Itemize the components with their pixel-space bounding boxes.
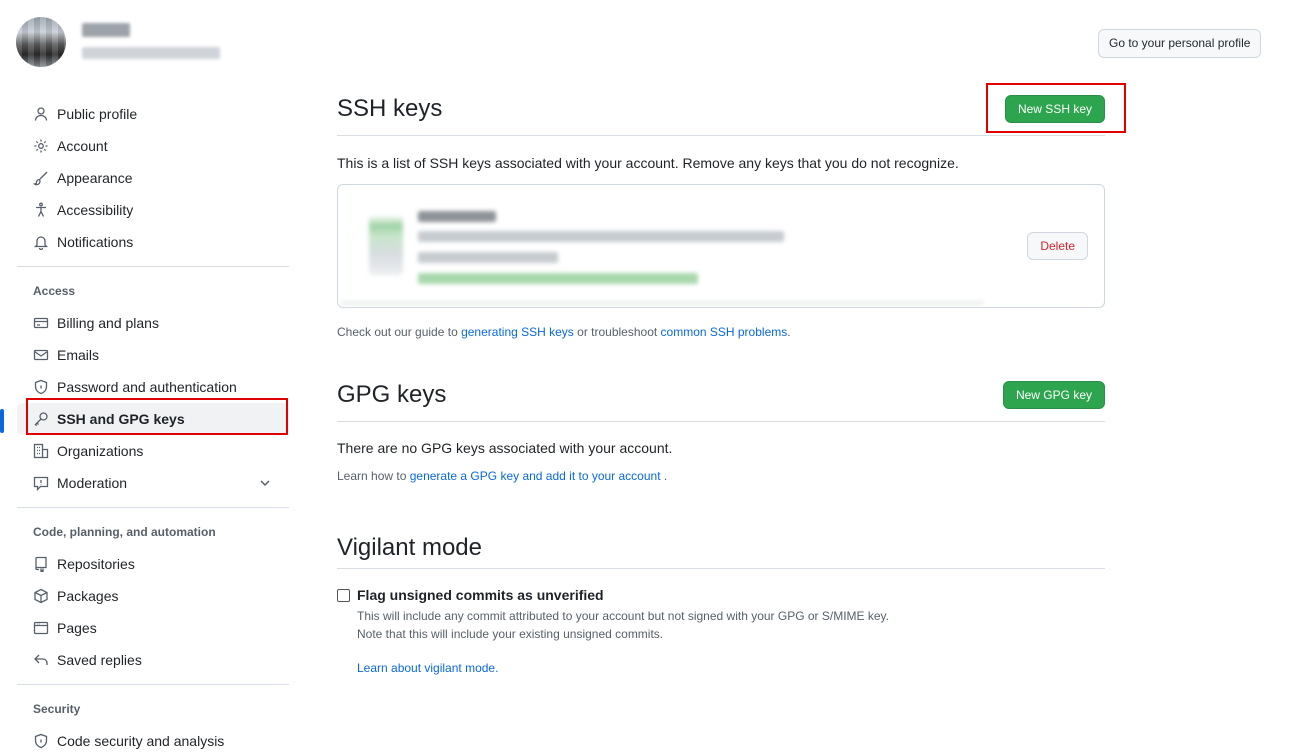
ssh-key-item: Delete [337, 184, 1105, 308]
sidebar-item-label: Emails [57, 347, 100, 363]
accessibility-icon [33, 202, 49, 218]
sidebar-item-code-security[interactable]: Code security and analysis [17, 725, 289, 756]
vigilant-checkbox-row: Flag unsigned commits as unverified [337, 587, 1105, 603]
gpg-description: There are no GPG keys associated with yo… [337, 440, 673, 456]
vigilant-section-header: Vigilant mode [337, 527, 1105, 569]
browser-icon [33, 620, 49, 636]
active-indicator [0, 409, 4, 433]
sidebar-item-label: Billing and plans [57, 315, 159, 331]
ssh-title: SSH keys [337, 94, 443, 122]
ssh-help-prefix: Check out our guide to [337, 325, 462, 339]
generating-ssh-keys-link[interactable]: generating SSH keys [461, 325, 574, 339]
redacted-key-added [418, 252, 558, 263]
paintbrush-icon [33, 170, 49, 186]
user-header [16, 17, 220, 67]
chevron-down-icon[interactable] [257, 475, 273, 491]
settings-sidebar: Public profile Account Appearance Access… [0, 98, 289, 756]
redacted-account-subtitle [82, 47, 220, 59]
package-icon [33, 588, 49, 604]
bell-icon [33, 234, 49, 250]
sidebar-item-public-profile[interactable]: Public profile [17, 98, 289, 130]
sidebar-item-emails[interactable]: Emails [17, 339, 289, 371]
ssh-help-suffix: . [787, 325, 791, 339]
sidebar-item-moderation[interactable]: Moderation [17, 467, 289, 499]
sidebar-item-label: Account [57, 138, 108, 154]
sidebar-item-label: Accessibility [57, 202, 134, 218]
generate-gpg-key-link[interactable]: generate a GPG key and add it to your ac… [410, 469, 661, 483]
new-ssh-key-button[interactable]: New SSH key [1004, 94, 1105, 123]
gpg-section-header: GPG keys New GPG key [337, 369, 1105, 422]
sidebar-item-label: Code security and analysis [57, 733, 225, 749]
sidebar-item-repositories[interactable]: Repositories [17, 548, 289, 580]
mail-icon [33, 347, 49, 363]
ssh-help-middle: or troubleshoot [573, 325, 661, 339]
gpg-help-suffix: . [660, 469, 668, 483]
sidebar-item-label: Saved replies [57, 652, 142, 668]
sidebar-item-accessibility[interactable]: Accessibility [17, 194, 289, 226]
sidebar-item-label: Password and authentication [57, 379, 237, 395]
redacted-key-fingerprint [418, 231, 784, 242]
sidebar-item-saved-replies[interactable]: Saved replies [17, 644, 289, 676]
sidebar-item-label: Repositories [57, 556, 135, 572]
shield-lock-icon [33, 379, 49, 395]
sidebar-divider [17, 507, 289, 508]
sidebar-item-notifications[interactable]: Notifications [17, 226, 289, 258]
vigilant-title: Vigilant mode [337, 533, 482, 561]
redacted-key-title [418, 211, 496, 222]
sidebar-item-label: Public profile [57, 106, 138, 122]
sidebar-item-billing[interactable]: Billing and plans [17, 307, 289, 339]
key-icon [369, 215, 403, 275]
redacted-username [82, 23, 130, 37]
sidebar-item-ssh-gpg-keys[interactable]: SSH and GPG keys [0, 403, 289, 435]
ssh-section-header: SSH keys New SSH key [337, 82, 1105, 136]
gear-icon [33, 138, 49, 154]
sidebar-item-label: Appearance [57, 170, 133, 186]
sidebar-item-account[interactable]: Account [17, 130, 289, 162]
vigilant-checkbox[interactable] [337, 588, 350, 602]
repo-icon [33, 556, 49, 572]
user-identity [82, 23, 220, 59]
sidebar-section-code: Code, planning, and automation [33, 525, 216, 539]
credit-card-icon [33, 315, 49, 331]
sidebar-section-access: Access [33, 284, 76, 298]
sidebar-item-label: Moderation [57, 475, 128, 491]
learn-vigilant-mode-link[interactable]: Learn about vigilant mode. [357, 661, 498, 675]
common-ssh-problems-link[interactable]: common SSH problems [661, 325, 788, 339]
redacted-key-last-used [418, 273, 698, 284]
vigilant-note-2: Note that this will include your existin… [357, 627, 664, 641]
reply-icon [33, 652, 49, 668]
vigilant-checkbox-label[interactable]: Flag unsigned commits as unverified [357, 587, 604, 603]
person-icon [33, 106, 49, 122]
delete-ssh-key-button[interactable]: Delete [1027, 232, 1088, 260]
report-icon [33, 475, 49, 491]
ssh-help-text: Check out our guide to generating SSH ke… [337, 325, 1105, 339]
gpg-help-prefix: Learn how to [337, 469, 410, 483]
sidebar-item-label: SSH and GPG keys [57, 411, 185, 427]
sidebar-item-appearance[interactable]: Appearance [17, 162, 289, 194]
sidebar-item-password[interactable]: Password and authentication [17, 371, 289, 403]
sidebar-section-security: Security [33, 702, 81, 716]
ssh-description: This is a list of SSH keys associated wi… [337, 155, 959, 171]
avatar[interactable] [16, 17, 66, 67]
sidebar-item-pages[interactable]: Pages [17, 612, 289, 644]
sidebar-divider [17, 684, 289, 685]
sidebar-item-packages[interactable]: Packages [17, 580, 289, 612]
gpg-title: GPG keys [337, 381, 447, 408]
gpg-help-text: Learn how to generate a GPG key and add … [337, 469, 1105, 483]
sidebar-item-label: Pages [57, 620, 97, 636]
shield-lock-icon [33, 733, 49, 749]
sidebar-divider [17, 266, 289, 267]
new-gpg-key-button[interactable]: New GPG key [1002, 381, 1105, 409]
sidebar-item-organizations[interactable]: Organizations [17, 435, 289, 467]
go-to-profile-button[interactable]: Go to your personal profile [1098, 29, 1262, 58]
redacted-key-footer [340, 301, 984, 305]
key-icon [33, 411, 49, 427]
main-content: SSH keys New SSH key This is a list of S… [337, 82, 1105, 675]
sidebar-item-label: Packages [57, 588, 119, 604]
vigilant-learn: Learn about vigilant mode. [357, 661, 1105, 675]
organization-icon [33, 443, 49, 459]
sidebar-item-label: Organizations [57, 443, 144, 459]
sidebar-item-label: Notifications [57, 234, 134, 250]
vigilant-note-1: This will include any commit attributed … [357, 609, 890, 623]
